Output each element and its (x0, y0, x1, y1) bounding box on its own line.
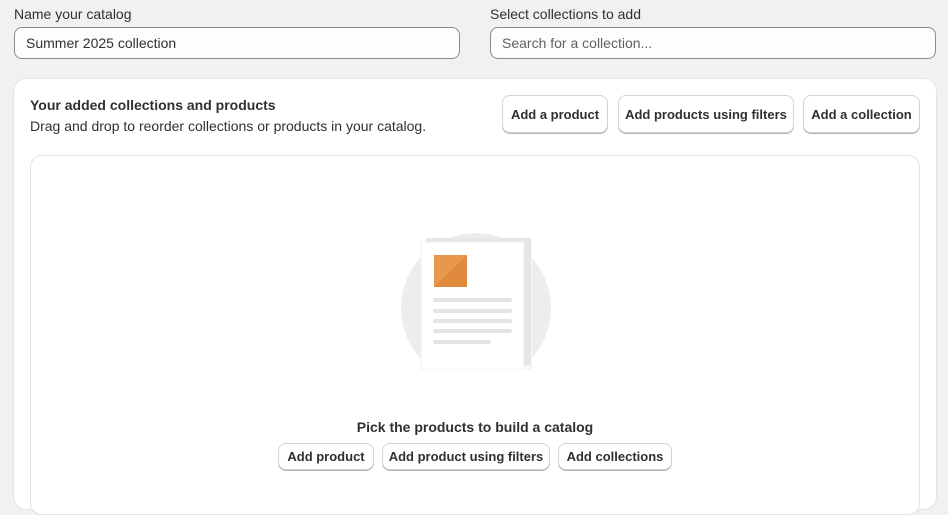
add-product-button[interactable]: Add product (278, 443, 374, 470)
add-collections-button[interactable]: Add collections (558, 443, 672, 470)
card-title: Your added collections and products (30, 97, 276, 113)
add-products-using-filters-button[interactable]: Add products using filters (618, 95, 794, 133)
empty-state-heading: Pick the products to build a catalog (356, 419, 594, 435)
catalog-name-input[interactable] (14, 27, 460, 59)
card-subtitle: Drag and drop to reorder collections or … (30, 118, 427, 134)
added-collections-card: Your added collections and products Drag… (14, 79, 936, 515)
collections-search-input[interactable] (490, 27, 936, 59)
collections-search-label: Select collections to add (490, 6, 641, 22)
add-a-product-button[interactable]: Add a product (502, 95, 608, 133)
catalog-name-label: Name your catalog (14, 6, 132, 22)
catalog-document-illustration-icon (401, 233, 551, 370)
add-a-collection-button[interactable]: Add a collection (803, 95, 920, 133)
empty-state-panel: Pick the products to build a catalog Add… (30, 155, 920, 515)
add-product-using-filters-button[interactable]: Add product using filters (382, 443, 550, 470)
